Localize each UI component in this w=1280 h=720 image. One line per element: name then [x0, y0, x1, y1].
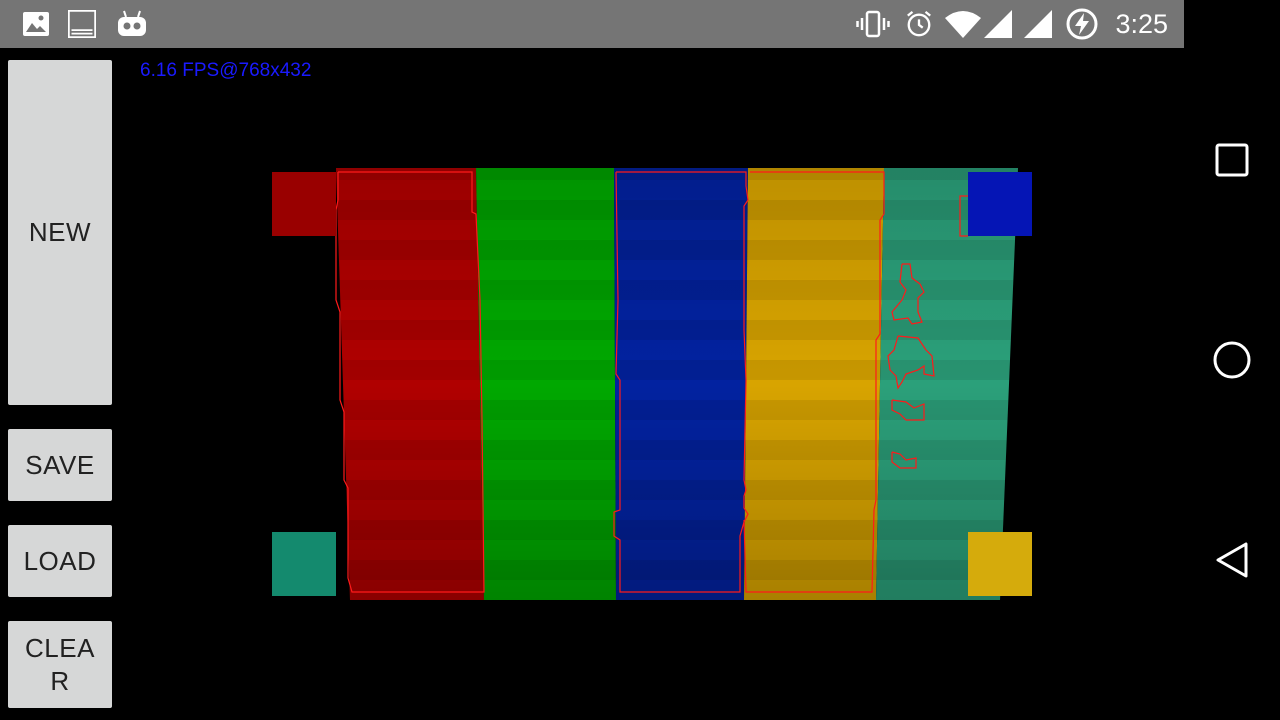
home-icon[interactable]: [1208, 336, 1256, 384]
alarm-icon: [907, 10, 931, 37]
keyboard-icon: [68, 10, 96, 38]
status-clock: 3:25: [1115, 9, 1168, 39]
cell-signal-icon: [984, 10, 1012, 38]
recents-icon[interactable]: [1208, 136, 1256, 184]
save-button[interactable]: SAVE: [8, 429, 112, 501]
robot-icon: [118, 10, 146, 36]
marker-top-right: [968, 172, 1032, 236]
camera-preview[interactable]: [260, 160, 1050, 610]
fps-counter: 6.16 FPS@768x432: [140, 60, 312, 81]
cell-signal-2-icon: [1024, 10, 1052, 38]
status-bar: 3:25: [0, 0, 1184, 48]
image-shading: [336, 168, 1018, 600]
app-screen: 3:25 NEW SAVE LOAD CLEA R 6.16 FPS@768x4…: [0, 0, 1280, 720]
load-button[interactable]: LOAD: [8, 525, 112, 597]
image-icon: [23, 12, 49, 36]
marker-top-left: [272, 172, 336, 236]
navigation-bar: [1184, 0, 1280, 720]
marker-bottom-left: [272, 532, 336, 596]
wifi-icon: [945, 11, 981, 38]
new-button[interactable]: NEW: [8, 60, 112, 405]
vibrate-icon: [856, 10, 890, 38]
marker-bottom-right: [968, 532, 1032, 596]
clear-button[interactable]: CLEA R: [8, 621, 112, 708]
battery-charging-icon: [1066, 8, 1098, 40]
back-icon[interactable]: [1208, 536, 1256, 584]
